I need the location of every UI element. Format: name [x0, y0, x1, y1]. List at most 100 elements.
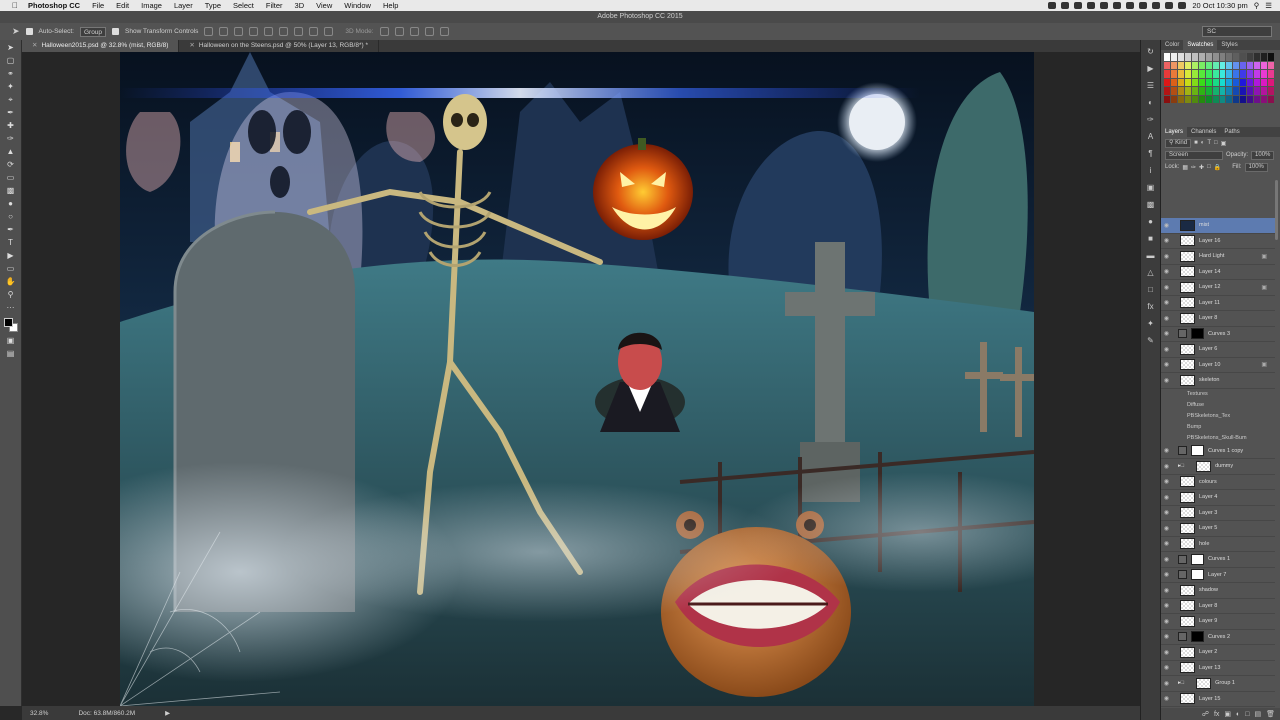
layer-name[interactable]: Layer 15: [1199, 696, 1220, 702]
layer-thumbnail[interactable]: [1180, 312, 1195, 324]
swatch-cell[interactable]: [1184, 70, 1191, 78]
layer-row[interactable]: ◉ Hard Light ▣: [1161, 249, 1275, 265]
layer-row[interactable]: ◉ Layer 4: [1161, 490, 1275, 506]
layer-thumbnail[interactable]: [1180, 281, 1195, 293]
align-right-icon[interactable]: [279, 27, 289, 36]
layer-row[interactable]: ◉ shadow: [1161, 583, 1275, 599]
tab-layers[interactable]: Layers: [1161, 127, 1188, 137]
swatch-cell[interactable]: [1198, 70, 1205, 78]
type-tool-icon[interactable]: T: [5, 237, 17, 248]
filter-pixel-icon[interactable]: ■: [1194, 140, 1198, 146]
layer-name[interactable]: mist: [1199, 222, 1209, 228]
swatch-cell[interactable]: [1219, 95, 1226, 103]
swatch-cell[interactable]: [1226, 95, 1233, 103]
visibility-eye-icon[interactable]: ◉: [1161, 284, 1172, 291]
swatch-cell[interactable]: [1212, 61, 1219, 69]
layer-row[interactable]: ◉ Layer 8: [1161, 311, 1275, 327]
link-layers-icon[interactable]: ☍: [1202, 710, 1209, 718]
swatch-cell[interactable]: [1198, 95, 1205, 103]
tray-icon[interactable]: [1113, 2, 1122, 9]
swatch-cell[interactable]: [1191, 70, 1198, 78]
swatch-cell[interactable]: [1184, 53, 1191, 61]
menu-layer[interactable]: Layer: [174, 1, 193, 10]
close-icon[interactable]: ✕: [32, 42, 37, 49]
swatch-cell[interactable]: [1191, 95, 1198, 103]
info-icon[interactable]: i: [1145, 166, 1156, 176]
menu-filter[interactable]: Filter: [266, 1, 283, 10]
battery-icon[interactable]: [1178, 2, 1187, 9]
apple-icon[interactable]: : [10, 1, 20, 10]
swatch-cell[interactable]: [1205, 61, 1212, 69]
layer-thumbnail[interactable]: [1180, 522, 1195, 534]
swatch-cell[interactable]: [1212, 87, 1219, 95]
swatch-cell[interactable]: [1219, 53, 1226, 61]
artwork[interactable]: [120, 52, 1034, 706]
channels-icon[interactable]: ●: [1145, 217, 1156, 227]
tray-icon[interactable]: [1126, 2, 1135, 9]
layer-thumbnail[interactable]: [1196, 677, 1212, 689]
visibility-eye-icon[interactable]: ◉: [1161, 268, 1172, 275]
layer-row[interactable]: ◉ Curves 1: [1161, 552, 1275, 568]
quick-select-tool-icon[interactable]: ✦: [5, 81, 17, 92]
swatch-cell[interactable]: [1177, 78, 1184, 86]
visibility-eye-icon[interactable]: ◉: [1161, 361, 1172, 368]
layer-mask-thumbnail[interactable]: [1191, 569, 1204, 581]
tray-icon[interactable]: [1048, 2, 1057, 9]
status-arrow-icon[interactable]: ▶: [165, 709, 170, 717]
gradient-tool-icon[interactable]: ▩: [5, 185, 17, 196]
tab-swatches[interactable]: Swatches: [1183, 40, 1218, 50]
align-top-icon[interactable]: [204, 27, 214, 36]
zoom-level[interactable]: 32.8%: [30, 710, 48, 717]
layer-name[interactable]: Diffuse: [1187, 402, 1204, 408]
layer-thumbnail[interactable]: [1180, 662, 1195, 674]
transform-controls-checkbox[interactable]: [112, 28, 120, 35]
visibility-eye-icon[interactable]: ◉: [1161, 587, 1172, 594]
distribute-icon[interactable]: [324, 27, 334, 36]
layer-row[interactable]: ◉ ▸□ dummy: [1161, 459, 1275, 475]
marquee-tool-icon[interactable]: ▢: [5, 55, 17, 66]
tray-icon[interactable]: [1074, 2, 1083, 9]
notes-icon[interactable]: ✎: [1145, 336, 1156, 346]
swatch-cell[interactable]: [1191, 87, 1198, 95]
hand-tool-icon[interactable]: ✋: [5, 276, 17, 287]
history-brush-icon[interactable]: ⟳: [5, 159, 17, 170]
fx-icon[interactable]: fx: [1214, 711, 1219, 718]
swatch-cell[interactable]: [1268, 87, 1274, 95]
layer-row[interactable]: ◉ Curves 1 copy: [1161, 444, 1275, 459]
swatch-cell[interactable]: [1177, 95, 1184, 103]
swatch-cell[interactable]: [1240, 61, 1247, 69]
swatch-cell[interactable]: [1226, 87, 1233, 95]
swatch-cell[interactable]: [1198, 78, 1205, 86]
layer-name[interactable]: Layer 6: [1199, 346, 1217, 352]
swatch-cell[interactable]: [1177, 70, 1184, 78]
layer-name[interactable]: Layer 8: [1199, 315, 1217, 321]
foreground-color[interactable]: [3, 318, 13, 327]
lasso-tool-icon[interactable]: ⚭: [5, 68, 17, 79]
3d-slide-icon[interactable]: [424, 27, 434, 36]
visibility-eye-icon[interactable]: ◉: [1161, 237, 1172, 244]
swatch-cell[interactable]: [1240, 95, 1247, 103]
layer-thumbnail[interactable]: [1180, 266, 1195, 278]
layer-thumbnail[interactable]: [1180, 491, 1195, 503]
layer-row[interactable]: ◉ Layer 2: [1161, 645, 1275, 661]
layer-row[interactable]: ◉ Curves 2: [1161, 630, 1275, 645]
swatch-cell[interactable]: [1261, 53, 1268, 61]
visibility-eye-icon[interactable]: ◉: [1161, 315, 1172, 322]
layer-row[interactable]: ◉ Layer 16: [1161, 234, 1275, 249]
character-icon[interactable]: A: [1145, 132, 1156, 142]
layer-row[interactable]: ◉ mist: [1161, 218, 1275, 234]
lock-transparent-icon[interactable]: ▦: [1182, 164, 1188, 171]
3d-drag-icon[interactable]: [409, 27, 419, 36]
swatch-cell[interactable]: [1170, 87, 1177, 95]
folder-icon[interactable]: ▸□: [1178, 463, 1184, 469]
layer-row[interactable]: ◉ Layer 5: [1161, 521, 1275, 537]
layer-name[interactable]: PBSkeletons_Skull-Bum: [1187, 435, 1247, 441]
align-left-icon[interactable]: [249, 27, 259, 36]
quick-mask-icon[interactable]: ▣: [5, 335, 17, 346]
swatch-cell[interactable]: [1205, 53, 1212, 61]
swatch-grid[interactable]: [1164, 53, 1274, 103]
layer-name[interactable]: Curves 3: [1208, 331, 1230, 337]
visibility-eye-icon[interactable]: ◉: [1161, 571, 1172, 578]
adjustments-icon[interactable]: ◐: [1145, 98, 1156, 108]
swatch-cell[interactable]: [1261, 61, 1268, 69]
